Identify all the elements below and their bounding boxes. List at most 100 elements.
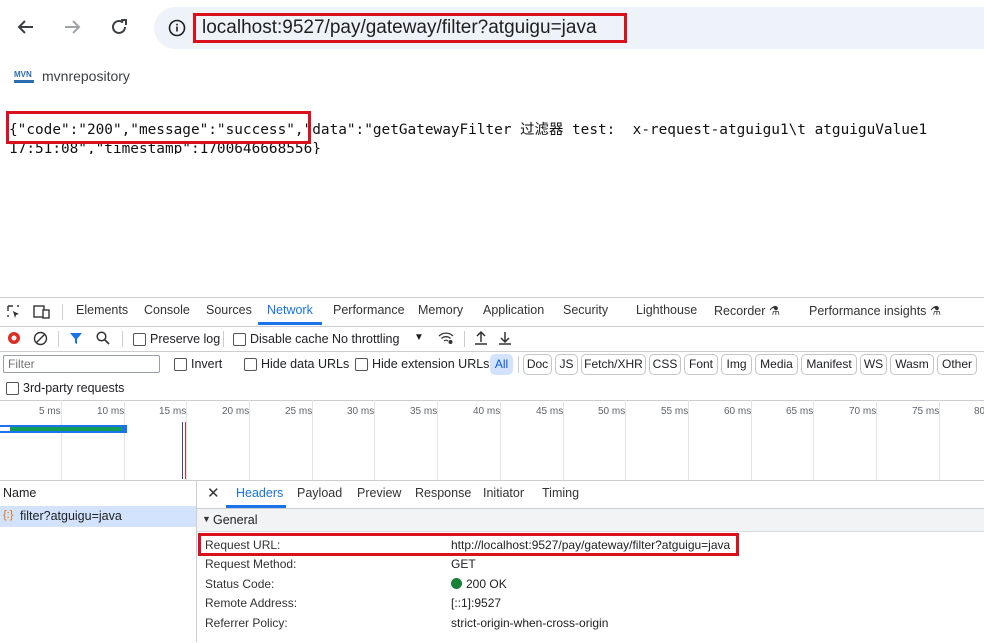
tab-security[interactable]: Security <box>563 303 608 317</box>
timeline-tick: 75 ms <box>912 406 940 417</box>
triangle-down-icon: ▼ <box>202 514 211 524</box>
request-waterfall-wait <box>0 427 10 431</box>
filter-input[interactable] <box>3 355 160 373</box>
divider <box>122 331 123 347</box>
request-name: filter?atguigu=java <box>20 509 122 523</box>
throttling-select[interactable]: No throttling <box>332 332 399 346</box>
divider <box>518 356 519 373</box>
tab-memory[interactable]: Memory <box>418 303 463 317</box>
devtools-tab-bar: Elements Console Sources Network Perform… <box>0 298 984 327</box>
network-toolbar: Preserve log Disable cache No throttling… <box>0 327 984 352</box>
header-key: Request Method: <box>205 557 297 571</box>
type-filter-fetch-xhr[interactable]: Fetch/XHR <box>581 354 646 375</box>
timeline-tick: 80 <box>974 406 984 417</box>
type-filter-ws[interactable]: WS <box>860 354 887 375</box>
tab-recorder[interactable]: Recorder ⚗ <box>714 303 780 318</box>
chevron-down-icon[interactable]: ▼ <box>414 332 424 343</box>
timeline-tick: 60 ms <box>724 406 752 417</box>
tab-headers[interactable]: Headers <box>236 486 283 500</box>
column-header-name[interactable]: Name <box>3 486 36 500</box>
table-row[interactable]: {:} filter?atguigu=java <box>0 506 196 527</box>
tab-payload[interactable]: Payload <box>297 486 342 500</box>
tab-network[interactable]: Network <box>267 303 313 317</box>
timeline-tick: 20 ms <box>222 406 250 417</box>
timeline-tick: 10 ms <box>97 406 125 417</box>
import-har-icon[interactable] <box>474 330 488 346</box>
reload-button[interactable] <box>102 10 136 44</box>
timeline-tick: 65 ms <box>786 406 814 417</box>
divider <box>464 331 465 347</box>
flask-icon: ⚗ <box>929 304 942 318</box>
back-button[interactable] <box>9 10 43 44</box>
device-toolbar-icon[interactable] <box>33 304 50 319</box>
type-filter-js[interactable]: JS <box>555 354 578 375</box>
preserve-log-checkbox[interactable] <box>133 333 146 346</box>
tab-timing[interactable]: Timing <box>542 486 579 500</box>
bookmark-mvnrepository[interactable]: mvnrepository <box>42 68 130 85</box>
hide-extension-urls-label: Hide extension URLs <box>372 357 490 371</box>
dom-content-loaded-line <box>182 422 183 479</box>
tab-elements[interactable]: Elements <box>76 303 128 317</box>
tab-performance-insights[interactable]: Performance insights ⚗ <box>809 303 941 318</box>
info-icon[interactable] <box>168 19 186 37</box>
tab-performance-insights-label: Performance insights <box>809 304 927 318</box>
tab-recorder-label: Recorder <box>714 304 766 318</box>
tab-application[interactable]: Application <box>483 303 544 317</box>
clear-icon[interactable] <box>33 331 48 346</box>
invert-checkbox[interactable] <box>174 358 187 371</box>
xhr-icon: {:} <box>3 509 14 521</box>
invert-label: Invert <box>191 357 223 371</box>
request-method-value: GET <box>451 557 476 571</box>
type-filter-img[interactable]: Img <box>721 354 752 375</box>
record-stop-icon[interactable] <box>7 331 21 345</box>
timeline-tick: 30 ms <box>347 406 375 417</box>
timeline-tick: 40 ms <box>473 406 501 417</box>
type-filter-media[interactable]: Media <box>755 354 798 375</box>
disable-cache-checkbox[interactable] <box>233 333 246 346</box>
third-party-bar: 3rd-party requests <box>0 377 984 401</box>
hide-extension-urls-checkbox[interactable] <box>355 358 368 371</box>
bookmarks-bar <box>0 58 984 96</box>
export-har-icon[interactable] <box>498 330 512 346</box>
remote-address-value: [::1]:9527 <box>451 596 502 610</box>
type-filter-doc[interactable]: Doc <box>523 354 552 375</box>
tab-response[interactable]: Response <box>415 486 471 500</box>
timeline-tick: 55 ms <box>661 406 689 417</box>
grid-line <box>61 400 62 480</box>
request-url-highlight-box <box>198 533 739 556</box>
type-filter-css[interactable]: CSS <box>649 354 681 375</box>
header-key: Remote Address: <box>205 596 298 610</box>
tab-sources[interactable]: Sources <box>206 303 252 317</box>
type-filter-manifest[interactable]: Manifest <box>801 354 857 375</box>
third-party-checkbox[interactable] <box>6 382 19 395</box>
type-filter-font[interactable]: Font <box>684 354 718 375</box>
flask-icon: ⚗ <box>768 304 781 318</box>
mvn-logo-icon: MVN <box>14 68 34 84</box>
header-key: Referrer Policy: <box>205 616 288 630</box>
referrer-policy-value: strict-origin-when-cross-origin <box>451 616 609 630</box>
general-section-header[interactable]: ▼ General <box>197 509 984 532</box>
hide-data-urls-label: Hide data URLs <box>261 357 350 371</box>
preserve-log-label: Preserve log <box>150 332 221 346</box>
filter-icon[interactable] <box>69 332 83 345</box>
timeline-tick: 15 ms <box>159 406 187 417</box>
tab-lighthouse[interactable]: Lighthouse <box>636 303 697 317</box>
forward-button[interactable] <box>55 10 89 44</box>
tab-preview[interactable]: Preview <box>357 486 401 500</box>
inspect-element-icon[interactable] <box>6 304 21 319</box>
type-filter-all[interactable]: All <box>490 354 513 375</box>
network-conditions-icon[interactable] <box>438 331 454 345</box>
tab-console[interactable]: Console <box>144 303 190 317</box>
search-icon[interactable] <box>96 331 110 345</box>
type-filter-wasm[interactable]: Wasm <box>890 354 934 375</box>
divider <box>223 331 224 347</box>
tab-initiator[interactable]: Initiator <box>483 486 524 500</box>
close-icon[interactable]: ✕ <box>207 484 220 502</box>
status-ok-dot-icon <box>451 578 462 589</box>
third-party-label: 3rd-party requests <box>23 381 125 395</box>
tab-performance[interactable]: Performance <box>333 303 405 317</box>
timeline-tick: 70 ms <box>849 406 877 417</box>
hide-data-urls-checkbox[interactable] <box>244 358 257 371</box>
type-filter-other[interactable]: Other <box>937 354 977 375</box>
timeline-tick: 25 ms <box>285 406 313 417</box>
